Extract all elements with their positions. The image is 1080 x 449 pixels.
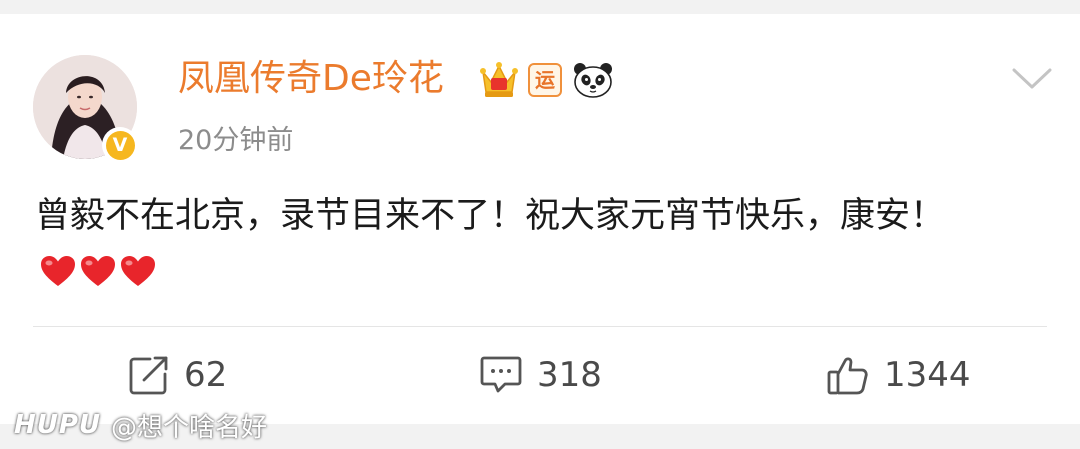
yun-badge-text: 运	[535, 68, 555, 92]
divider	[33, 326, 1047, 327]
weibo-post-card: V 凤凰传奇De玲花 运 20分钟前 曾毅不在北京，录节目来不了！祝大家元宵节快…	[0, 14, 1080, 424]
heart-emojis	[39, 254, 157, 288]
watermark: HUPU @想个啥名好	[14, 408, 268, 443]
watermark-handle: @想个啥名好	[111, 412, 268, 443]
heart-emoji	[121, 256, 155, 286]
like-button[interactable]: 1344	[826, 350, 971, 400]
username[interactable]: 凤凰传奇De玲花	[178, 57, 444, 101]
like-icon	[827, 357, 868, 395]
panda-icon[interactable]	[572, 61, 614, 99]
like-count: 1344	[884, 355, 971, 395]
heart-emoji	[41, 256, 75, 286]
repost-count: 62	[184, 355, 228, 395]
verified-icon: V	[105, 130, 135, 160]
chevron-down-icon[interactable]	[1010, 66, 1054, 92]
yun-badge-icon[interactable]: 运	[528, 63, 562, 97]
heart-emoji	[81, 256, 115, 286]
repost-button[interactable]: 62	[128, 350, 227, 400]
verified-badge: V	[102, 127, 138, 163]
user-badges: 运	[480, 60, 614, 100]
comment-button[interactable]: 318	[479, 350, 602, 400]
post-text: 曾毅不在北京，录节目来不了！祝大家元宵节快乐，康安！	[35, 196, 946, 236]
watermark-brand: HUPU	[14, 410, 102, 440]
comment-icon	[480, 356, 522, 393]
post-body: 曾毅不在北京，录节目来不了！祝大家元宵节快乐，康安！	[35, 189, 1045, 299]
post-timestamp: 20分钟前	[178, 125, 294, 156]
repost-icon	[129, 356, 168, 395]
crown-icon[interactable]	[480, 60, 518, 100]
comment-count: 318	[537, 355, 602, 395]
